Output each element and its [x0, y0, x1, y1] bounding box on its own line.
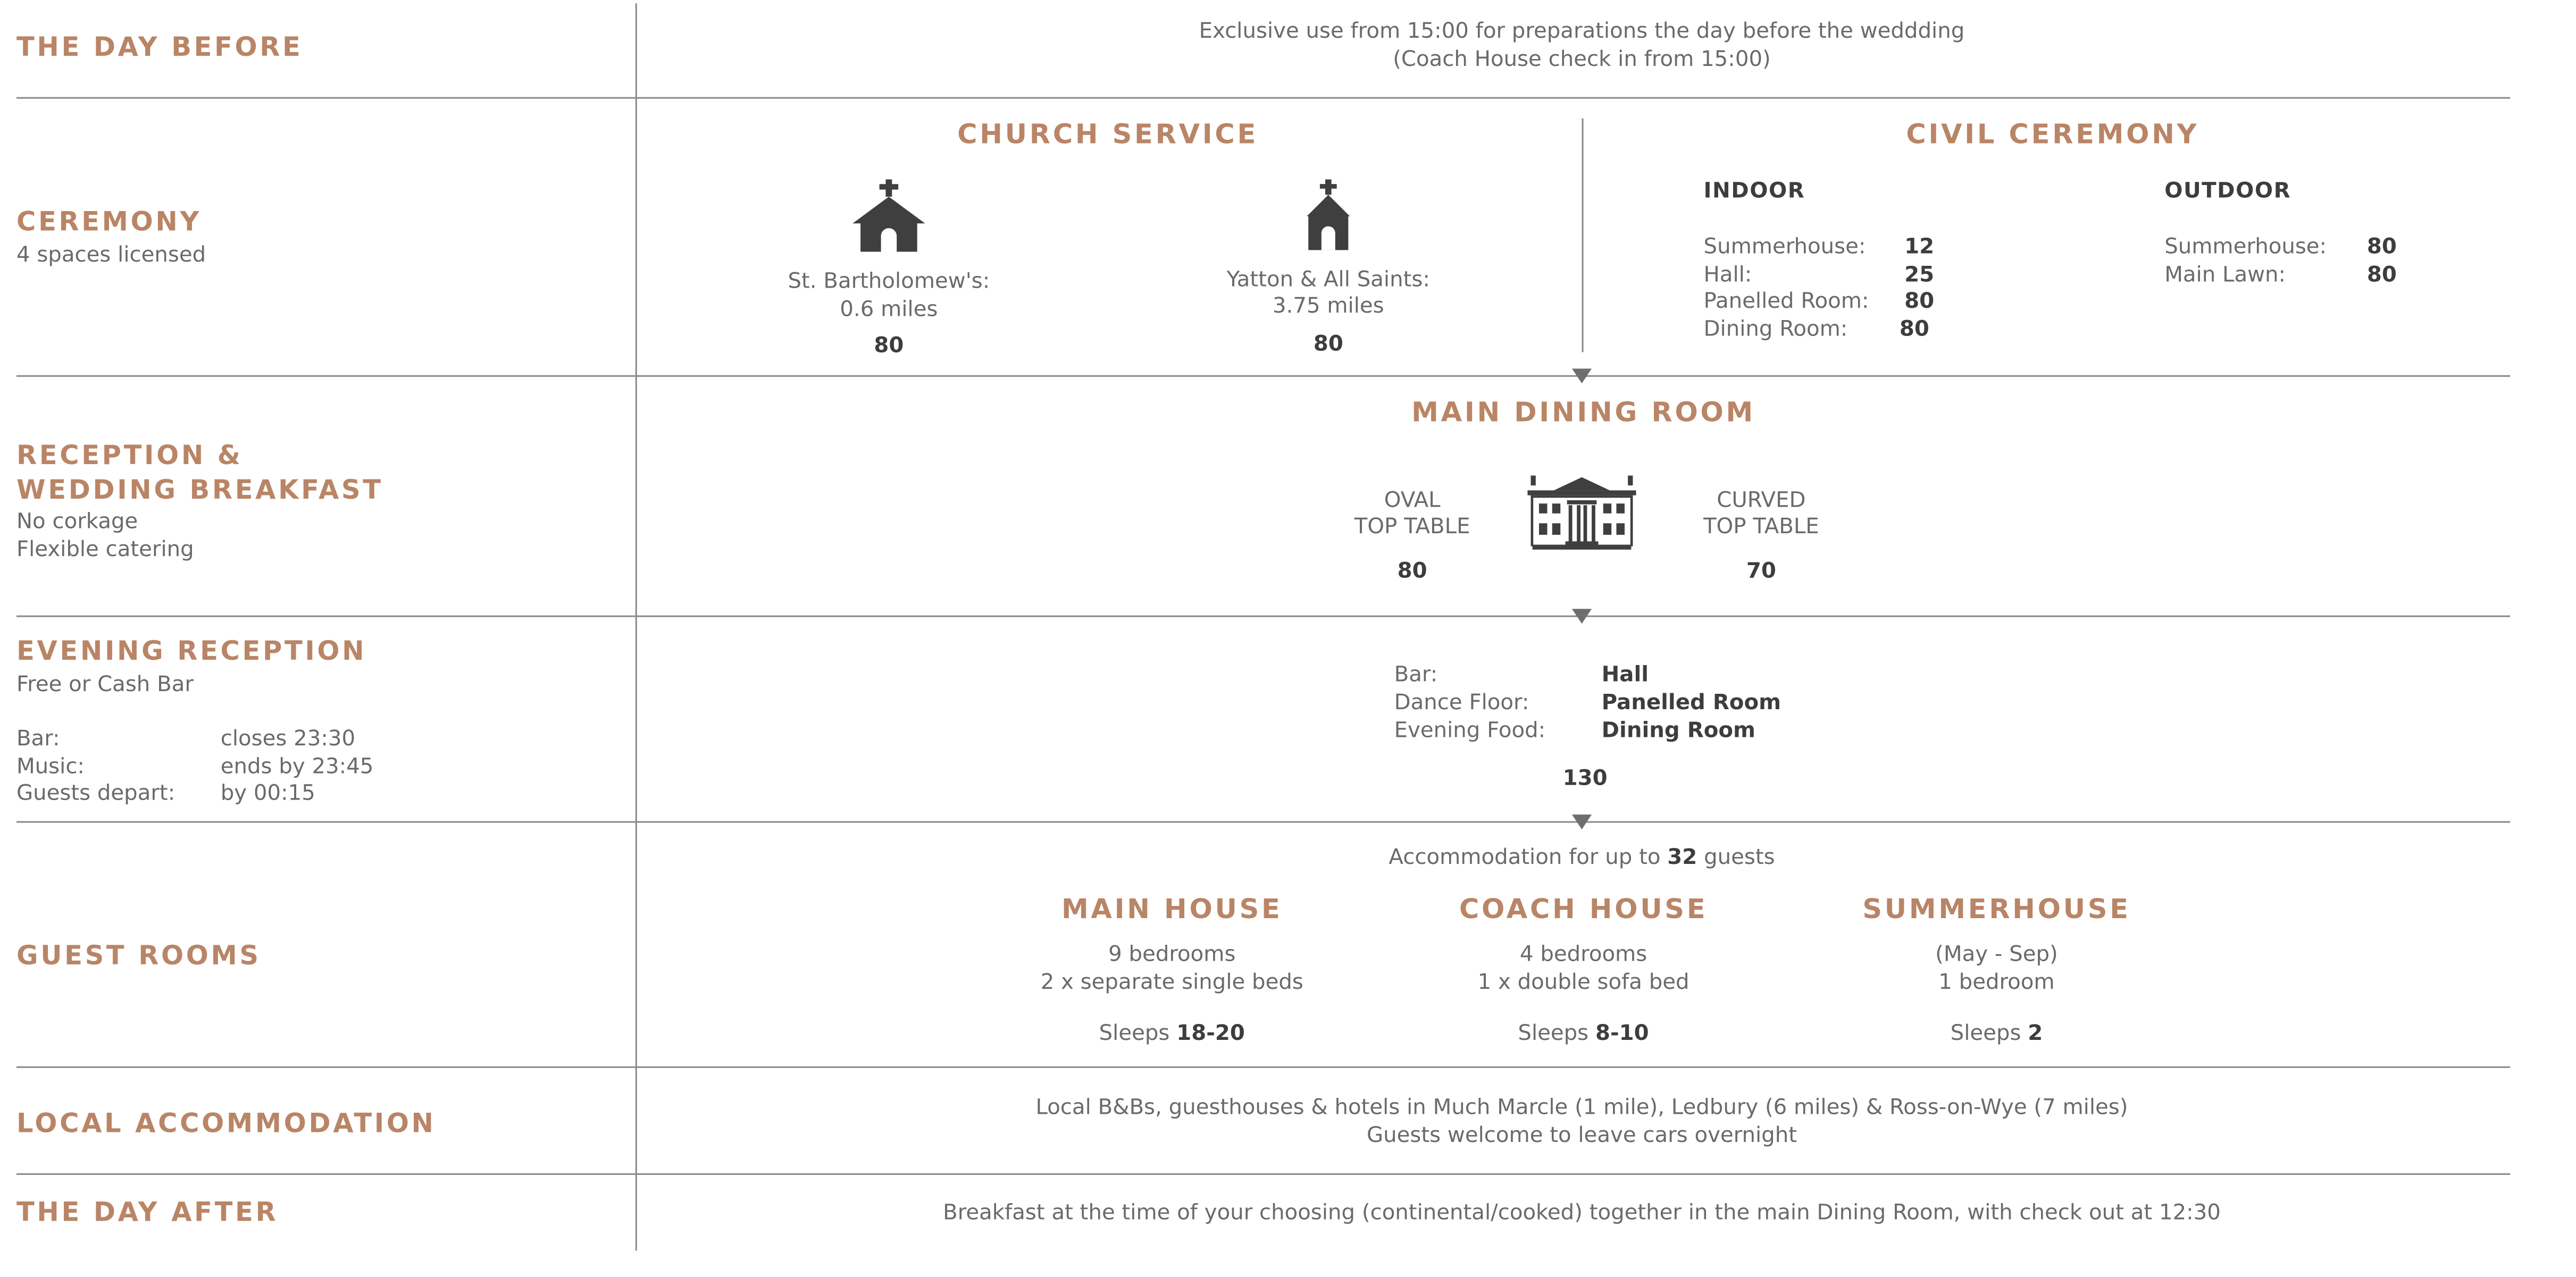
flow-arrow-icon: [1571, 814, 1592, 829]
flow-arrow-icon: [1571, 368, 1592, 384]
church-venue-name: St. Bartholomew's:: [788, 270, 990, 295]
section-divider: [16, 615, 2511, 617]
evening-location-label: Bar:: [1394, 663, 1438, 688]
sleeps-count: 18-20: [1176, 1022, 1245, 1047]
indoor-label: Dining Room:: [1703, 317, 1848, 342]
curved-table-capacity: 70: [1746, 559, 1776, 584]
evening-time-label: Bar:: [16, 727, 60, 752]
curved-table-label: CURVED: [1717, 489, 1806, 514]
oval-table-label: OVAL: [1384, 489, 1441, 514]
house-icon: [1527, 475, 1636, 550]
oval-table-capacity: 80: [1397, 559, 1427, 584]
evening-location-label: Dance Floor:: [1394, 691, 1529, 716]
flow-arrow-icon: [1571, 609, 1592, 624]
reception-note: Flexible catering: [16, 538, 194, 563]
sleeps-count: 8-10: [1595, 1022, 1649, 1047]
church-venue-capacity: 80: [874, 334, 904, 359]
sleeps-label: Sleeps: [1518, 1022, 1595, 1047]
sleeps-label: Sleeps: [1950, 1022, 2028, 1047]
day-after-title: THE DAY AFTER: [16, 1196, 279, 1228]
church-venue-distance: 0.6 miles: [840, 298, 938, 323]
evening-time-value: ends by 23:45: [220, 755, 374, 780]
ceremony-divider: [1582, 118, 1584, 352]
section-divider: [16, 1173, 2511, 1175]
section-divider: [16, 375, 2511, 377]
local-accommodation-title: LOCAL ACCOMMODATION: [16, 1107, 436, 1139]
sleeps-label: Sleeps: [1099, 1022, 1177, 1047]
evening-time-value: closes 23:30: [220, 727, 356, 752]
indoor-value: 25: [1904, 263, 1935, 288]
day-before-title: THE DAY BEFORE: [16, 31, 303, 63]
evening-time-label: Music:: [16, 755, 85, 780]
intro-text: Accommodation for up to: [1389, 845, 1668, 871]
outdoor-label: Main Lawn:: [2164, 263, 2286, 288]
church-venue-name: Yatton & All Saints:: [1226, 268, 1430, 293]
sleeps-count: 2: [2028, 1022, 2043, 1047]
summerhouse-bedrooms: 1 bedroom: [1938, 971, 2055, 996]
church-icon: [1307, 179, 1350, 250]
summerhouse-heading: SUMMERHOUSE: [1862, 893, 2131, 925]
church-icon: [852, 179, 925, 252]
reception-note: No corkage: [16, 510, 138, 535]
section-divider: [16, 821, 2511, 823]
outdoor-value: 80: [2366, 235, 2397, 261]
church-venue-distance: 3.75 miles: [1272, 295, 1384, 320]
indoor-label: Summerhouse:: [1703, 235, 1866, 261]
indoor-value: 80: [1904, 289, 1935, 315]
evening-subtitle: Free or Cash Bar: [16, 673, 194, 698]
evening-location-label: Evening Food:: [1394, 719, 1546, 744]
venue-timeline: THE DAY BEFORE Exclusive use from 15:00 …: [0, 0, 2576, 1275]
reception-title-line2: WEDDING BREAKFAST: [16, 474, 383, 506]
intro-text-end: guests: [1697, 845, 1775, 871]
indoor-value: 80: [1899, 317, 1929, 342]
outdoor-value: 80: [2366, 263, 2397, 288]
ceremony-subtitle: 4 spaces licensed: [16, 243, 206, 268]
evening-location-value: Panelled Room: [1601, 691, 1782, 716]
column-divider: [635, 3, 637, 1251]
indoor-heading: INDOOR: [1703, 179, 1805, 204]
evening-location-value: Hall: [1601, 663, 1649, 688]
outdoor-label: Summerhouse:: [2164, 235, 2327, 261]
local-accommodation-line2: Guests welcome to leave cars overnight: [1366, 1124, 1797, 1149]
outdoor-heading: OUTDOOR: [2164, 179, 2291, 204]
church-service-heading: CHURCH SERVICE: [957, 118, 1259, 150]
evening-location-value: Dining Room: [1601, 719, 1755, 744]
section-divider: [16, 1066, 2511, 1068]
day-after-line: Breakfast at the time of your choosing (…: [943, 1201, 2221, 1226]
accommodation-intro: Accommodation for up to 32 guests: [635, 846, 2528, 873]
local-accommodation-line1: Local B&Bs, guesthouses & hotels in Much…: [1035, 1096, 2128, 1121]
summerhouse-sleeps: Sleeps 2: [1750, 1022, 2244, 1049]
oval-table-label-line2: TOP TABLE: [1354, 515, 1470, 540]
church-venue-capacity: 80: [1313, 332, 1343, 357]
day-before-line2: (Coach House check in from 15:00): [1393, 47, 1771, 73]
guest-rooms-title: GUEST ROOMS: [16, 939, 261, 971]
indoor-label: Panelled Room:: [1703, 289, 1869, 315]
section-divider: [16, 97, 2511, 99]
civil-ceremony-heading: CIVIL CEREMONY: [1906, 118, 2199, 150]
evening-time-value: by 00:15: [220, 782, 315, 806]
curved-table-label-line2: TOP TABLE: [1703, 515, 1819, 540]
summerhouse-season: (May - Sep): [1935, 943, 2058, 968]
evening-capacity: 130: [1562, 767, 1608, 792]
reception-title: RECEPTION &: [16, 439, 243, 471]
indoor-label: Hall:: [1703, 263, 1752, 288]
indoor-value: 12: [1904, 235, 1935, 261]
intro-count: 32: [1667, 845, 1697, 871]
ceremony-title: CEREMONY: [16, 205, 202, 237]
evening-title: EVENING RECEPTION: [16, 635, 367, 667]
day-before-line1: Exclusive use from 15:00 for preparation…: [1199, 20, 1965, 45]
evening-time-label: Guests depart:: [16, 782, 175, 806]
main-dining-room-heading: MAIN DINING ROOM: [1411, 396, 1755, 428]
